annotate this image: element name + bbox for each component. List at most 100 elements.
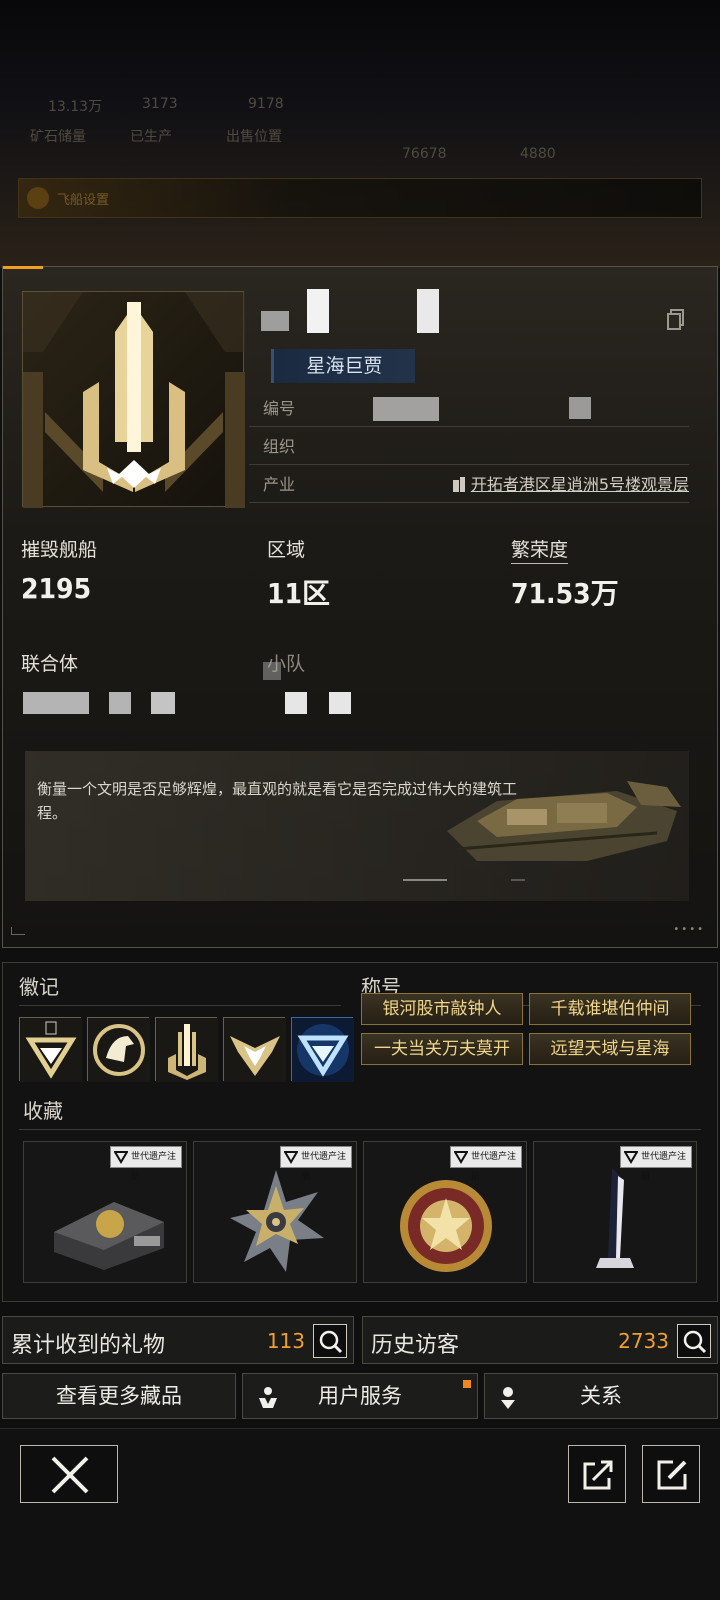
prosperity-label: 繁荣度 bbox=[511, 539, 569, 564]
bg-resource-label: 矿石储量 bbox=[30, 129, 86, 145]
share-button[interactable] bbox=[568, 1445, 626, 1503]
achievement-description-card[interactable]: 衡量一个文明是否足够辉煌，最直观的就是看它是否完成过伟大的建筑工程。 bbox=[25, 751, 689, 901]
bg-resource-value: 4880 bbox=[520, 146, 556, 162]
bg-resource-label: 已生产 bbox=[130, 129, 172, 145]
heritage-registry-tag: 世代遗产注册 bbox=[620, 1146, 692, 1182]
collection-item-2[interactable]: 世代遗产注册 bbox=[193, 1141, 357, 1283]
destroyed-ships-stat: 摧毁舰船 2195 bbox=[21, 535, 97, 605]
badge-slot-2[interactable] bbox=[87, 1017, 150, 1082]
region-label: 区域 bbox=[267, 539, 306, 561]
union-label: 联合体 bbox=[21, 653, 79, 675]
number-censor-block bbox=[373, 397, 439, 421]
relations-label: 关系 bbox=[580, 1384, 622, 1408]
heritage-registry-tag: 世代遗产注册 bbox=[280, 1146, 352, 1182]
user-service-label: 用户服务 bbox=[318, 1384, 402, 1408]
gifts-search-button[interactable] bbox=[313, 1324, 347, 1358]
industry-value: 开拓者港区星逍洲5号楼观景层 bbox=[470, 475, 689, 494]
name-censor-block bbox=[417, 289, 439, 333]
view-more-collection-button[interactable]: 查看更多藏品 bbox=[2, 1373, 236, 1419]
badge-slot-3[interactable] bbox=[155, 1017, 218, 1082]
edit-pencil-icon bbox=[657, 1460, 687, 1490]
share-export-icon bbox=[583, 1460, 613, 1490]
player-emblem[interactable] bbox=[22, 291, 245, 508]
building-icon bbox=[452, 477, 465, 492]
gold-medal-icon bbox=[400, 1180, 492, 1272]
heritage-registry-tag: 世代遗产注册 bbox=[110, 1146, 182, 1182]
history-visitors-bar: 历史访客 2733 bbox=[362, 1316, 718, 1364]
bg-resource-value: 3173 bbox=[142, 96, 178, 112]
squad-value-censored[interactable] bbox=[263, 662, 377, 716]
title-chip-4[interactable]: 远望天域与星海 bbox=[529, 1033, 691, 1065]
squad-stat: 小队 bbox=[263, 649, 377, 716]
bg-resource-value: 76678 bbox=[402, 146, 447, 162]
prosperity-stat[interactable]: 繁荣度 71.53万 bbox=[511, 535, 619, 612]
bg-resource-value: 13.13万 bbox=[48, 99, 103, 115]
heritage-logo-icon bbox=[454, 1151, 468, 1164]
badge-slot-4[interactable] bbox=[223, 1017, 286, 1082]
industry-row: 产业 开拓者港区星逍洲5号楼观景层 bbox=[249, 467, 689, 503]
user-service-button[interactable]: 用户服务 bbox=[242, 1373, 478, 1419]
close-icon bbox=[51, 1456, 89, 1494]
collection-item-4[interactable]: 世代遗产注册 bbox=[533, 1141, 697, 1283]
search-icon bbox=[319, 1330, 343, 1354]
bg-ship-settings-strip: 飞船设置 bbox=[18, 178, 702, 218]
title-chip-1[interactable]: 银河股市敲钟人 bbox=[361, 993, 523, 1025]
vault-device-icon bbox=[54, 1202, 164, 1270]
search-icon bbox=[683, 1330, 707, 1354]
collection-item-3[interactable]: 世代遗产注册 bbox=[363, 1141, 527, 1283]
gifts-received-bar: 累计收到的礼物 113 bbox=[2, 1316, 354, 1364]
section-divider bbox=[19, 1129, 701, 1130]
squad-label: 小队 bbox=[267, 653, 306, 675]
section-divider bbox=[19, 1005, 341, 1006]
gifts-received-count: 113 bbox=[266, 1329, 305, 1353]
history-visitors-label: 历史访客 bbox=[371, 1333, 460, 1358]
history-visitors-count: 2733 bbox=[618, 1329, 669, 1353]
relations-icon bbox=[501, 1387, 515, 1409]
union-stat: 联合体 bbox=[21, 649, 175, 716]
gifts-received-label: 累计收到的礼物 bbox=[11, 1333, 166, 1358]
heritage-logo-icon bbox=[284, 1151, 298, 1164]
collection-section-label: 收藏 bbox=[23, 1099, 63, 1123]
edit-profile-button[interactable] bbox=[642, 1445, 700, 1503]
organization-label: 组织 bbox=[263, 437, 296, 456]
union-value-censored[interactable] bbox=[21, 676, 175, 716]
number-row: 编号 bbox=[249, 391, 689, 427]
bg-resource-value: 9178 bbox=[248, 96, 284, 112]
player-title-tag[interactable]: 星海巨贾 bbox=[271, 349, 415, 383]
user-service-icon bbox=[259, 1387, 277, 1408]
bg-shield-icon bbox=[27, 187, 49, 209]
prosperity-value: 71.53万 bbox=[511, 577, 619, 610]
copy-icon[interactable] bbox=[667, 309, 685, 331]
badges-section-label: 徽记 bbox=[19, 975, 59, 999]
trident-badge-icon bbox=[156, 1018, 218, 1082]
relations-button[interactable]: 关系 bbox=[484, 1373, 718, 1419]
obelisk-monument-icon bbox=[596, 1168, 634, 1268]
heritage-registry-tag: 世代遗产注册 bbox=[450, 1146, 522, 1182]
close-button[interactable] bbox=[20, 1445, 118, 1503]
pager-indicator-active bbox=[403, 879, 447, 881]
panel-dots-mark: •••• bbox=[673, 924, 705, 935]
visitors-search-button[interactable] bbox=[677, 1324, 711, 1358]
collection-panel: 徽记 称号 银河股市敲钟人 千载谁堪伯仲间 一夫当关万夫莫开 远望天域与星海 收… bbox=[2, 962, 718, 1302]
region-value: 11区 bbox=[267, 577, 331, 610]
collection-item-1[interactable]: 世代遗产注册 bbox=[23, 1141, 187, 1283]
industry-link[interactable]: 开拓者港区星逍洲5号楼观景层 bbox=[451, 467, 689, 503]
pager-indicator bbox=[511, 879, 525, 881]
bottom-toolbar bbox=[0, 1428, 720, 1600]
organization-row: 组织 bbox=[249, 429, 689, 465]
panel-corner-mark bbox=[11, 927, 25, 935]
region-stat: 区域 11区 bbox=[267, 535, 330, 612]
badge-slot-5[interactable] bbox=[291, 1017, 354, 1082]
horse-badge-icon bbox=[88, 1018, 150, 1082]
blue-triangle-badge-icon bbox=[292, 1018, 354, 1082]
title-chip-2[interactable]: 千载谁堪伯仲间 bbox=[529, 993, 691, 1025]
badge-slot-1[interactable] bbox=[19, 1017, 82, 1082]
player-profile-panel: 星海巨贾 编号 组织 产业 开拓者港区星逍洲5号楼观景层 摧毁舰船 2195 区… bbox=[2, 266, 718, 948]
title-chip-3[interactable]: 一夫当关万夫莫开 bbox=[361, 1033, 523, 1065]
name-censor-block bbox=[307, 289, 329, 333]
background-game-hud bbox=[0, 0, 720, 268]
number-censor-block bbox=[569, 397, 591, 419]
triangle-badge-icon bbox=[20, 1018, 82, 1082]
starship-illustration-icon bbox=[447, 781, 681, 861]
destroyed-ships-value: 2195 bbox=[21, 572, 92, 605]
